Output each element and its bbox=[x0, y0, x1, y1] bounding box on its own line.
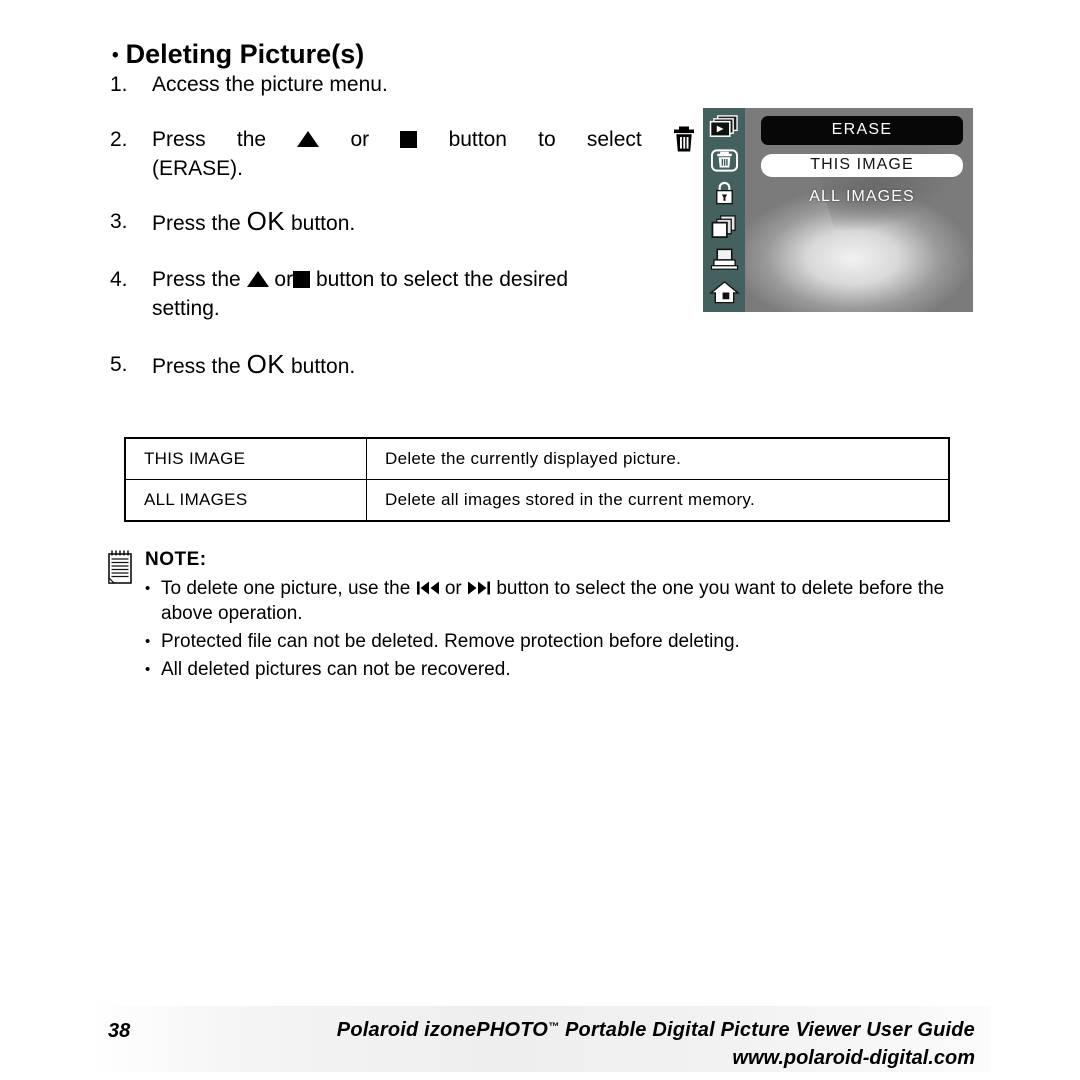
step-4: 4. Press the or button to select the des… bbox=[110, 265, 695, 323]
step-3-pre: Press the bbox=[152, 212, 241, 235]
lcd-option-all-images[interactable]: ALL IMAGES bbox=[761, 186, 963, 209]
footer-url[interactable]: www.polaroid-digital.com bbox=[90, 1047, 975, 1070]
skip-forward-icon bbox=[467, 578, 491, 595]
note-items: • To delete one picture, use the or butt… bbox=[145, 576, 987, 682]
step-4-number: 4. bbox=[110, 268, 128, 291]
trash-icon[interactable] bbox=[707, 144, 741, 176]
step-2-number: 2. bbox=[110, 128, 128, 151]
note-item-3-text: All deleted pictures can not be recovere… bbox=[161, 659, 511, 680]
slideshow-icon[interactable] bbox=[707, 111, 741, 143]
table-cell-description: Delete all images stored in the current … bbox=[366, 479, 950, 522]
lcd-menu: ERASE THIS IMAGE ALL IMAGES bbox=[761, 116, 963, 209]
note-item-1-mid: or bbox=[444, 578, 462, 599]
down-square-icon bbox=[400, 131, 418, 148]
note-item-1-pre: To delete one picture, use the bbox=[161, 578, 411, 599]
step-2-line2: (ERASE). bbox=[152, 157, 244, 180]
step-4-pre: Press the bbox=[152, 268, 241, 291]
step-2-mid: or bbox=[350, 128, 370, 151]
trademark-glyph: ™ bbox=[548, 1021, 560, 1033]
options-table: THIS IMAGE Delete the currently displaye… bbox=[124, 437, 950, 522]
note-title: NOTE: bbox=[145, 549, 207, 570]
bullet-glyph: • bbox=[145, 633, 151, 650]
lock-icon[interactable] bbox=[707, 177, 741, 209]
step-2-pre: Press the bbox=[152, 128, 267, 151]
table-row: ALL IMAGES Delete all images stored in t… bbox=[124, 479, 950, 522]
step-1: 1. Access the picture menu. bbox=[110, 70, 695, 99]
down-square-icon bbox=[293, 271, 311, 288]
notepad-icon bbox=[107, 550, 133, 584]
step-5-number: 5. bbox=[110, 353, 128, 376]
lcd-menu-title: ERASE bbox=[761, 116, 963, 145]
step-3-post: button. bbox=[290, 212, 356, 235]
print-icon[interactable] bbox=[707, 243, 741, 275]
trash-icon bbox=[673, 126, 695, 152]
lcd-preview: ERASE THIS IMAGE ALL IMAGES bbox=[703, 108, 973, 312]
step-5: 5. Press the OK button. bbox=[110, 350, 695, 381]
page-title-text: Deleting Picture(s) bbox=[125, 39, 365, 69]
table-row: THIS IMAGE Delete the currently displaye… bbox=[124, 437, 950, 480]
ok-button-label: OK bbox=[246, 349, 286, 379]
step-5-pre: Press the bbox=[152, 355, 241, 378]
bullet-glyph: • bbox=[145, 580, 151, 597]
step-1-text: Access the picture menu. bbox=[152, 73, 388, 96]
manual-page: • Deleting Picture(s) 1. Access the pictu… bbox=[0, 0, 1080, 1080]
step-1-number: 1. bbox=[110, 73, 128, 96]
table-cell-description: Delete the currently displayed picture. bbox=[366, 437, 950, 480]
step-4-post: button to select the desired bbox=[315, 268, 569, 291]
step-5-post: button. bbox=[290, 355, 356, 378]
step-2: 2. Press the or button to select (ERASE)… bbox=[110, 125, 695, 183]
note-item-3: • All deleted pictures can not be recove… bbox=[145, 657, 987, 682]
step-2-post: button to select bbox=[448, 128, 642, 151]
bullet-glyph: • bbox=[145, 661, 151, 678]
up-triangle-icon bbox=[246, 271, 269, 287]
table-cell-option: ALL IMAGES bbox=[124, 479, 367, 522]
step-4-line2: setting. bbox=[152, 297, 220, 320]
home-icon[interactable] bbox=[707, 276, 741, 308]
table-cell-option: THIS IMAGE bbox=[124, 437, 367, 480]
step-4-mid: or bbox=[274, 268, 294, 291]
note-item-2-text: Protected file can not be deleted. Remov… bbox=[161, 631, 740, 652]
bullet-glyph: • bbox=[112, 45, 119, 66]
ok-button-label: OK bbox=[246, 206, 286, 236]
page-footer: 38 Polaroid izonePHOTO™ Portable Digital… bbox=[90, 1006, 990, 1072]
steps-list: 1. Access the picture menu. 2. Press the… bbox=[110, 70, 695, 381]
footer-product: Polaroid izonePHOTO bbox=[336, 1019, 549, 1041]
lcd-sidebar bbox=[703, 108, 745, 312]
note-item-2: • Protected file can not be deleted. Rem… bbox=[145, 629, 987, 654]
skip-backward-icon bbox=[416, 578, 440, 595]
note-item-1: • To delete one picture, use the or butt… bbox=[145, 576, 987, 626]
page-title: • Deleting Picture(s) bbox=[112, 39, 364, 70]
note-block: NOTE: • To delete one picture, use the o… bbox=[107, 548, 987, 685]
step-3-number: 3. bbox=[110, 210, 128, 233]
footer-title-rest: Portable Digital Picture Viewer User Gui… bbox=[559, 1019, 975, 1041]
step-3: 3. Press the OK button. bbox=[110, 207, 695, 238]
copy-icon[interactable] bbox=[707, 210, 741, 242]
footer-title: Polaroid izonePHOTO™ Portable Digital Pi… bbox=[90, 1019, 975, 1042]
lcd-option-this-image[interactable]: THIS IMAGE bbox=[761, 154, 963, 177]
up-triangle-icon bbox=[297, 131, 320, 147]
